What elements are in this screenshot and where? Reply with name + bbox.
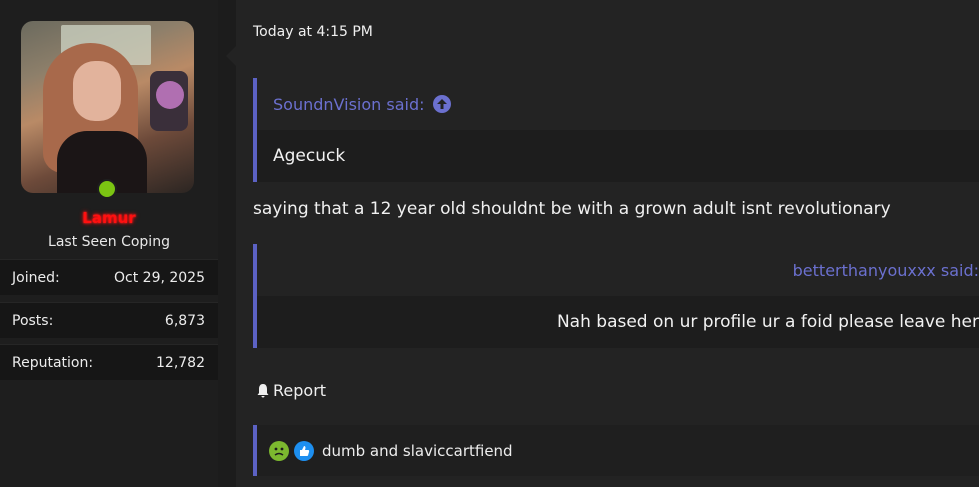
stat-label: Posts: <box>12 312 54 329</box>
user-title: Last Seen Coping <box>48 234 170 250</box>
online-status-icon <box>97 179 117 199</box>
arrow-up-circle-icon[interactable] <box>432 95 451 113</box>
panel-divider <box>218 0 236 487</box>
stat-value: Oct 29, 2025 <box>114 269 205 286</box>
user-panel: Lamur Last Seen Coping Joined: Oct 29, 2… <box>0 0 218 487</box>
bell-icon <box>255 383 271 399</box>
user-avatar[interactable] <box>21 21 194 193</box>
thumbs-up-icon <box>294 440 314 461</box>
stat-value: 6,873 <box>164 312 205 329</box>
stat-label: Reputation: <box>12 354 94 371</box>
reactions-text[interactable]: dumb and slaviccartfiend <box>322 442 513 460</box>
quote-author-link[interactable]: SoundnVision said: <box>273 95 425 114</box>
stat-reputation: Reputation: 12,782 <box>0 344 218 380</box>
quote-text: Nah based on ur profile ur a foid please… <box>257 296 979 348</box>
username-link[interactable]: Lamur <box>0 209 218 227</box>
quote-text: Agecuck <box>257 130 979 182</box>
stat-posts: Posts: 6,873 <box>0 302 218 338</box>
stat-joined: Joined: Oct 29, 2025 <box>0 259 218 295</box>
report-button[interactable]: Report <box>255 381 326 400</box>
stat-value: 12,782 <box>156 354 205 371</box>
quote-header: SoundnVision said: <box>257 78 979 130</box>
quote-block-1: SoundnVision said: Agecuck <box>253 78 979 182</box>
report-label: Report <box>273 381 327 400</box>
post-timestamp[interactable]: Today at 4:15 PM <box>253 24 373 40</box>
quote-block-2: betterthanyouxxx said: Nah based on ur p… <box>253 244 979 348</box>
reactions-bar[interactable]: dumb and slaviccartfiend <box>253 425 979 476</box>
sick-face-icon <box>269 440 289 461</box>
post-arrow <box>226 46 236 66</box>
post-body-text: saying that a 12 year old shouldnt be wi… <box>253 199 891 219</box>
stat-label: Joined: <box>12 269 60 286</box>
quote-header: betterthanyouxxx said: <box>257 244 979 296</box>
quote-author-link[interactable]: betterthanyouxxx said: <box>793 261 979 280</box>
